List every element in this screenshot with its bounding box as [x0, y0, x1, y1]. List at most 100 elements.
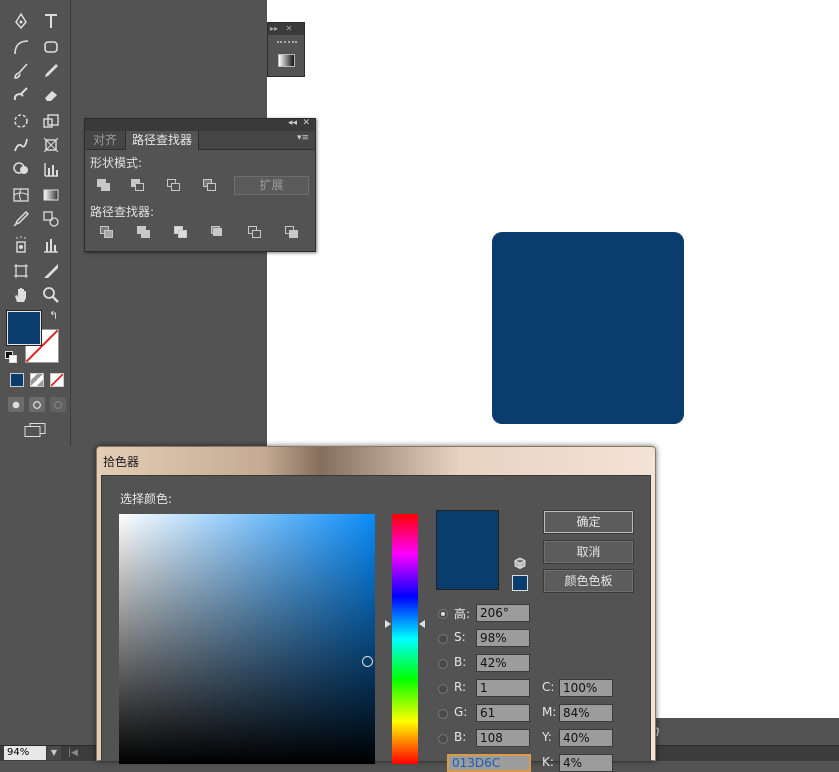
minus-front-icon[interactable]: [129, 178, 147, 194]
arc-tool-icon[interactable]: [9, 36, 33, 58]
color-swatches-button[interactable]: 颜色色板: [543, 569, 634, 593]
chevron-down-icon[interactable]: ▼: [47, 746, 61, 760]
minus-back-icon[interactable]: [283, 225, 301, 241]
tab-pathfinder[interactable]: 路径查找器: [125, 131, 200, 150]
yellow-label: Y:: [542, 730, 552, 744]
hue-label: 高:: [454, 607, 471, 621]
blue-radio[interactable]: [438, 734, 448, 744]
panel-menu-icon[interactable]: ▾≡: [297, 133, 309, 143]
shape-modes-label: 形状模式:: [90, 156, 143, 170]
panel-header: ▸▸ ✕: [268, 23, 304, 35]
trim-icon[interactable]: [135, 225, 153, 241]
blend-tool-icon[interactable]: [39, 208, 63, 230]
column-graph-tool-icon[interactable]: [39, 234, 63, 256]
hue-slider-left-handle-icon[interactable]: [385, 620, 391, 628]
ok-button[interactable]: 确定: [543, 510, 634, 534]
eyedropper-tool-icon[interactable]: [9, 208, 33, 230]
panel-tabs: 对齐 路径查找器 ▾≡: [85, 131, 315, 150]
green-field[interactable]: 61: [476, 704, 530, 722]
outline-icon[interactable]: [246, 225, 264, 241]
draw-behind-icon[interactable]: [29, 397, 45, 412]
tools-panel: ↰: [0, 0, 71, 446]
red-field[interactable]: 1: [476, 679, 530, 697]
blob-brush-tool-icon[interactable]: [9, 84, 33, 106]
mesh-tool-icon[interactable]: [9, 184, 33, 206]
red-label: R:: [454, 680, 467, 694]
saturation-field[interactable]: 98%: [476, 629, 530, 647]
none-mode-icon[interactable]: [50, 373, 64, 387]
red-radio[interactable]: [438, 684, 448, 694]
blue-field[interactable]: 108: [476, 729, 530, 747]
exclude-icon[interactable]: [201, 178, 219, 194]
scale-tool-icon[interactable]: [39, 110, 63, 132]
artboard-tool-icon[interactable]: [9, 260, 33, 282]
brightness-radio[interactable]: [438, 659, 448, 669]
graph-tool-icon[interactable]: [39, 158, 63, 180]
first-artboard-icon[interactable]: |◀: [66, 746, 80, 760]
crop-icon[interactable]: [209, 225, 227, 241]
yellow-field[interactable]: 40%: [559, 729, 613, 747]
draw-normal-icon[interactable]: [8, 397, 24, 412]
divide-icon[interactable]: [98, 225, 116, 241]
fill-swatch[interactable]: [6, 310, 42, 346]
expand-button[interactable]: 扩展: [234, 176, 309, 195]
paintbrush-tool-icon[interactable]: [9, 60, 33, 82]
hue-slider-right-handle-icon[interactable]: [419, 620, 425, 628]
pencil-tool-icon[interactable]: [39, 60, 63, 82]
green-label: G:: [454, 705, 468, 719]
warp-tool-icon[interactable]: [9, 134, 33, 156]
color-field-cursor[interactable]: [362, 656, 373, 667]
zoom-level-input[interactable]: 94%: [4, 746, 46, 760]
hue-field[interactable]: 206°: [476, 604, 530, 622]
grip-icon[interactable]: [277, 41, 297, 44]
type-tool-icon[interactable]: [39, 10, 63, 32]
gradient-mode-icon[interactable]: [30, 373, 44, 387]
saturation-radio[interactable]: [438, 634, 448, 644]
black-label: K:: [542, 755, 554, 769]
gradient-swatch-icon[interactable]: [278, 54, 295, 67]
rounded-rectangle-shape[interactable]: [492, 232, 684, 424]
black-field[interactable]: 4%: [559, 754, 613, 772]
default-colors-icon[interactable]: [5, 351, 17, 363]
gradient-tool-icon[interactable]: [39, 184, 63, 206]
rounded-rectangle-tool-icon[interactable]: [39, 36, 63, 58]
intersect-icon[interactable]: [165, 178, 183, 194]
hue-slider[interactable]: [392, 514, 418, 764]
collapse-icon[interactable]: ◂◂: [288, 118, 297, 128]
gradient-mini-panel[interactable]: ▸▸ ✕: [267, 22, 305, 77]
symbol-sprayer-tool-icon[interactable]: [9, 234, 33, 256]
select-color-label: 选择颜色:: [120, 492, 173, 506]
magenta-field[interactable]: 84%: [559, 704, 613, 722]
zoom-tool-icon[interactable]: [39, 284, 63, 306]
new-color-preview: [436, 510, 499, 590]
color-field[interactable]: [119, 514, 375, 764]
blue-label: B:: [454, 730, 467, 744]
eraser-tool-icon[interactable]: [39, 84, 63, 106]
shape-builder-tool-icon[interactable]: [9, 158, 33, 180]
merge-icon[interactable]: [172, 225, 190, 241]
brightness-field[interactable]: 42%: [476, 654, 530, 672]
pen-tool-icon[interactable]: [9, 10, 33, 32]
cancel-button[interactable]: 取消: [543, 540, 634, 564]
out-of-gamut-cube-icon[interactable]: [514, 557, 526, 569]
green-radio[interactable]: [438, 709, 448, 719]
hex-field[interactable]: 013D6C: [447, 754, 531, 772]
color-picker-dialog: 拾色器 选择颜色: 确定 取消 颜色色板 高: 206° S: 98% B: 4…: [96, 446, 656, 772]
color-mode-icon[interactable]: [10, 373, 24, 387]
hue-radio[interactable]: [438, 609, 448, 619]
swap-fill-stroke-icon[interactable]: ↰: [49, 309, 58, 322]
rotate-tool-icon[interactable]: [9, 110, 33, 132]
tab-align[interactable]: 对齐: [87, 131, 123, 150]
dialog-body: 选择颜色: 确定 取消 颜色色板 高: 206° S: 98% B: 42% R…: [101, 475, 651, 772]
unite-icon[interactable]: [95, 178, 113, 194]
draw-inside-icon[interactable]: [50, 397, 66, 412]
panel-titlebar[interactable]: ◂◂ ✕: [85, 118, 315, 131]
screen-mode-icon[interactable]: [24, 423, 46, 437]
slice-tool-icon[interactable]: [39, 260, 63, 282]
hand-tool-icon[interactable]: [9, 284, 33, 306]
saturation-label: S:: [454, 630, 466, 644]
free-transform-tool-icon[interactable]: [39, 134, 63, 156]
web-safe-swatch[interactable]: [512, 575, 528, 591]
close-icon[interactable]: ✕: [302, 118, 310, 128]
cyan-field[interactable]: 100%: [559, 679, 613, 697]
